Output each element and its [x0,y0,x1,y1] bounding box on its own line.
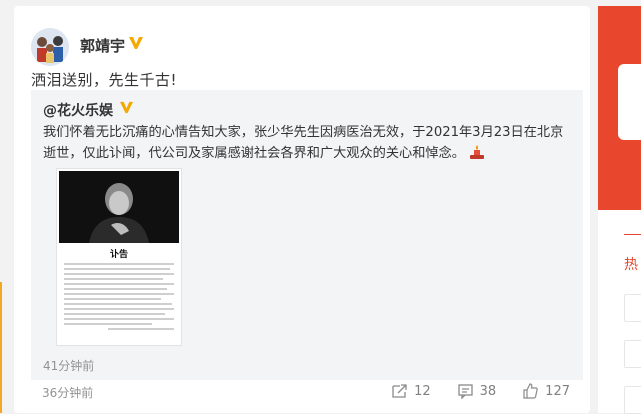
obituary-title: 讣告 [109,250,128,260]
right-sidebar: 热 [598,6,641,414]
sidebar-divider [624,234,641,235]
post-text: 洒泪送别，先生千古! [31,71,178,89]
repost-text: 我们怀着无比沉痛的心情告知大家，张少华先生因病医治无效，于2021年3月23日在… [43,122,575,164]
post-author-name[interactable]: 郭靖宇 [80,35,125,56]
reposted-content: @花火乐娱 我们怀着无比沉痛的心情告知大家，张少华先生因病医治无效，于2021年… [31,90,583,380]
verified-icon [129,37,143,49]
sidebar-item[interactable] [624,386,641,414]
sidebar-hot-label[interactable]: 热 [624,254,641,274]
obituary-body-lines [64,263,174,333]
author-avatar[interactable] [31,28,69,66]
weibo-post-card: 郭靖宇 洒泪送别，先生千古! @花火乐娱 我们怀着无比沉痛的心情告知大家，张少华… [14,6,590,413]
sidebar-item[interactable] [624,340,641,368]
like-icon [523,383,538,399]
comment-button[interactable]: 38 [457,383,497,399]
comment-count: 38 [479,383,497,399]
sidebar-item[interactable] [624,294,641,322]
left-edge-accent [0,282,2,413]
repost-count: 12 [414,383,431,399]
post-actions: 12 38 127 [391,380,590,402]
candle-icon [470,145,484,159]
repost-text-body: 我们怀着无比沉痛的心情告知大家，张少华先生因病医治无效，于2021年3月23日在… [43,125,564,161]
verified-icon [120,101,133,114]
obituary-portrait [59,171,179,243]
like-count: 127 [545,383,570,399]
obituary-image[interactable]: 讣告 [56,168,182,346]
sidebar-banner-panel [618,64,641,140]
repost-icon [392,384,407,398]
repost-author-name[interactable]: @花火乐娱 [43,100,113,120]
comment-icon [457,384,473,399]
repost-timestamp[interactable]: 41分钟前 [43,357,94,374]
like-button[interactable]: 127 [522,383,570,399]
repost-button[interactable]: 12 [391,383,431,399]
post-timestamp[interactable]: 36分钟前 [42,384,93,401]
sidebar-banner[interactable] [598,6,641,210]
